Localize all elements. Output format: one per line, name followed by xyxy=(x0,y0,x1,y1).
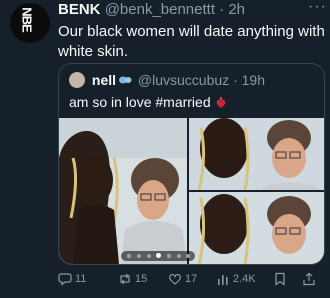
page-dot[interactable] xyxy=(147,254,151,258)
quoted-text-line: am so in love #married xyxy=(69,94,227,110)
carousel-pagination xyxy=(121,251,195,261)
like-button[interactable]: 17 xyxy=(168,272,197,286)
reply-button[interactable]: 11 xyxy=(58,272,86,286)
page-dot[interactable] xyxy=(167,254,171,258)
carousel-photo[interactable] xyxy=(59,118,187,264)
page-dot[interactable] xyxy=(177,254,181,258)
page-dot[interactable] xyxy=(186,254,190,258)
carousel-photo[interactable] xyxy=(189,118,324,190)
page-dot-active[interactable] xyxy=(156,253,161,258)
quoted-author-handle[interactable]: @luvsuccubuz xyxy=(138,72,229,88)
share-icon xyxy=(303,272,315,286)
bookmark-button[interactable] xyxy=(273,272,287,286)
retweet-icon xyxy=(120,273,130,285)
timestamp[interactable]: 2h xyxy=(228,1,245,18)
tweet-header: BENK @benk_bennettt · 2h xyxy=(58,1,245,18)
separator: · xyxy=(219,1,225,18)
quoted-text: am so in love #married xyxy=(69,94,211,110)
quoted-author-name[interactable]: nell xyxy=(92,72,116,88)
avatar[interactable]: NBE xyxy=(10,3,50,43)
bookmark-icon xyxy=(275,272,285,286)
tweet[interactable]: NBE BENK @benk_bennettt · 2h ··· Our bla… xyxy=(0,0,330,298)
couple-selfie-image xyxy=(189,118,324,190)
quoted-timestamp[interactable]: 19h xyxy=(242,72,265,88)
avatar-logo-mark: NBE xyxy=(19,7,35,32)
reply-icon xyxy=(58,273,72,286)
like-count: 17 xyxy=(185,273,198,285)
share-button[interactable] xyxy=(302,272,316,286)
couple-selfie-image xyxy=(189,192,324,264)
retweet-count: 15 xyxy=(135,273,148,285)
views-chart-icon xyxy=(218,275,228,285)
action-bar: 11 15 17 2.4K xyxy=(58,272,330,290)
more-options-icon[interactable]: ··· xyxy=(308,0,327,16)
page-dot[interactable] xyxy=(127,254,131,258)
anatomical-heart-icon xyxy=(216,97,225,108)
creature-emoji-icon xyxy=(119,76,132,84)
views-count: 2.4K xyxy=(233,273,256,285)
tweet-text: Our black women will date anything with … xyxy=(58,23,325,60)
heart-icon xyxy=(169,273,181,285)
views-button[interactable]: 2.4K xyxy=(216,272,256,286)
photo-carousel[interactable] xyxy=(59,118,324,264)
carousel-photo[interactable] xyxy=(189,192,324,264)
reply-count: 11 xyxy=(75,273,87,285)
quoted-tweet[interactable]: nell @luvsuccubuz · 19h am so in love #m… xyxy=(58,63,325,265)
retweet-button[interactable]: 15 xyxy=(118,272,147,286)
separator: · xyxy=(233,72,238,88)
quoted-avatar[interactable] xyxy=(69,72,85,88)
author-handle[interactable]: @benk_bennettt xyxy=(105,1,215,18)
quoted-header: nell @luvsuccubuz · 19h xyxy=(69,72,265,88)
couple-photo-image xyxy=(59,118,187,264)
author-name[interactable]: BENK xyxy=(58,1,101,18)
page-dot[interactable] xyxy=(137,254,141,258)
